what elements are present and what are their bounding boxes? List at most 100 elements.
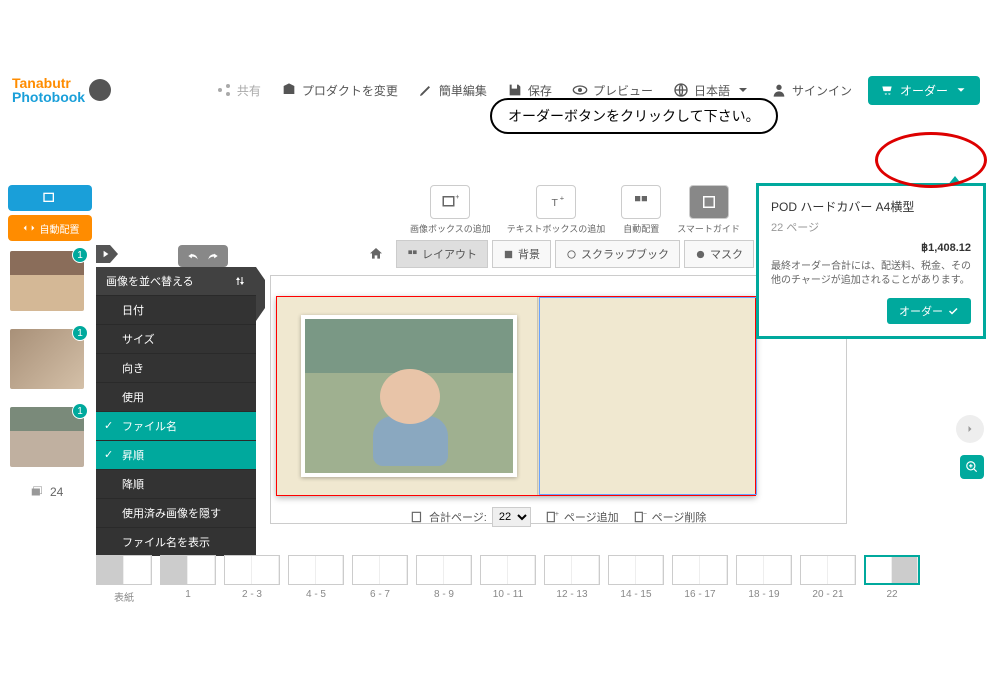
- sort-header[interactable]: 画像を並べ替える: [96, 267, 256, 295]
- easy-edit-button[interactable]: 簡単編集: [408, 82, 497, 99]
- eye-icon: [572, 82, 588, 98]
- grid-icon: [407, 249, 418, 260]
- page-delete-icon: −: [633, 510, 647, 524]
- tab-layout[interactable]: レイアウト: [396, 240, 488, 268]
- filmstrip-item[interactable]: 6 - 7: [352, 555, 408, 600]
- filmstrip-item[interactable]: 8 - 9: [416, 555, 472, 600]
- sort-descending[interactable]: 降順: [96, 469, 256, 498]
- order-pages: 22 ページ: [771, 219, 971, 235]
- filmstrip-item[interactable]: 10 - 11: [480, 555, 536, 600]
- order-price: ฿1,408.12: [771, 241, 971, 254]
- next-page-button[interactable]: [956, 415, 984, 443]
- filmstrip-item[interactable]: 2 - 3: [224, 555, 280, 600]
- total-label: 合計ページ:: [429, 509, 487, 525]
- tab-scrapbook[interactable]: スクラップブック: [555, 240, 680, 268]
- mask-icon: [695, 249, 706, 260]
- sort-usage[interactable]: 使用: [96, 382, 256, 411]
- add-page-button[interactable]: + ページ追加: [545, 509, 619, 525]
- thumbnail[interactable]: 1: [10, 407, 84, 467]
- tab-background[interactable]: 背景: [492, 240, 551, 268]
- home-icon[interactable]: [368, 246, 384, 262]
- add-image-box-button[interactable]: + 画像ボックスの追加: [410, 185, 491, 235]
- image-count: 24: [30, 485, 94, 499]
- svg-text:T: T: [551, 197, 558, 209]
- sort-panel: 画像を並べ替える 日付 サイズ 向き 使用 ✓ファイル名 ✓昇順 降順 使用済み…: [96, 267, 256, 556]
- product-icon: [281, 82, 297, 98]
- filmstrip-item[interactable]: 表紙: [96, 555, 152, 604]
- show-filename[interactable]: ファイル名を表示: [96, 527, 256, 556]
- zoom-button[interactable]: [960, 455, 984, 479]
- easy-edit-label: 簡単編集: [439, 82, 487, 99]
- chevron-right-icon: [964, 423, 976, 435]
- sort-ascending[interactable]: ✓昇順: [96, 440, 256, 469]
- pages-icon: [410, 510, 424, 524]
- undo-redo-group: [178, 245, 228, 267]
- page-count-select[interactable]: 22: [492, 507, 531, 527]
- toolbar-label: テキストボックスの追加: [507, 224, 605, 234]
- scrap-icon: [566, 249, 577, 260]
- order-product-title: POD ハードカバー A4横型: [771, 198, 971, 215]
- chevron-down-icon: [954, 83, 968, 97]
- change-product-button[interactable]: プロダクトを変更: [271, 82, 408, 99]
- hide-used[interactable]: 使用済み画像を隠す: [96, 498, 256, 527]
- redo-icon[interactable]: [206, 249, 220, 263]
- filmstrip-item[interactable]: 22: [864, 555, 920, 600]
- sort-orientation[interactable]: 向き: [96, 353, 256, 382]
- play-icon: [102, 250, 110, 258]
- signin-button[interactable]: サインイン: [761, 82, 862, 99]
- edit-icon: [418, 82, 434, 98]
- panel-tabs: レイアウト 背景 スクラップブック マスク: [368, 240, 754, 268]
- undo-icon[interactable]: [186, 249, 200, 263]
- panel-toggle[interactable]: [96, 245, 110, 263]
- filmstrip-item[interactable]: 14 - 15: [608, 555, 664, 600]
- delete-page-button[interactable]: − ページ削除: [633, 509, 707, 525]
- save-icon: [507, 82, 523, 98]
- order-confirm-label: オーダー: [899, 303, 943, 319]
- filmstrip-item[interactable]: 16 - 17: [672, 555, 728, 600]
- photo-box[interactable]: [301, 315, 517, 477]
- images-icon: [30, 485, 44, 499]
- order-popup: POD ハードカバー A4横型 22 ページ ฿1,408.12 最終オーダー合…: [756, 183, 986, 339]
- text-box-icon: T+: [547, 193, 565, 211]
- share-button[interactable]: 共有: [206, 82, 271, 99]
- photo-placeholder: [360, 369, 460, 469]
- logo-text-1: Tanabutr: [12, 76, 85, 90]
- change-product-label: プロダクトを変更: [302, 82, 398, 99]
- language-label: 日本語: [694, 82, 730, 99]
- smart-guide-button[interactable]: スマートガイド: [677, 185, 740, 235]
- delete-page-label: ページ削除: [652, 509, 707, 525]
- canvas-toolbar: + 画像ボックスの追加 T+ テキストボックスの追加 自動配置 スマートガイド: [410, 185, 740, 235]
- filmstrip-item[interactable]: 20 - 21: [800, 555, 856, 600]
- preview-button[interactable]: プレビュー: [562, 82, 663, 99]
- bg-icon: [503, 249, 514, 260]
- svg-text:+: +: [555, 511, 559, 518]
- thumbnail[interactable]: 1: [10, 251, 84, 311]
- thumbnail[interactable]: 1: [10, 329, 84, 389]
- check-icon: ✓: [104, 419, 113, 432]
- sort-date[interactable]: 日付: [96, 295, 256, 324]
- right-page[interactable]: [539, 297, 757, 495]
- filmstrip-item[interactable]: 18 - 19: [736, 555, 792, 600]
- tab-mask[interactable]: マスク: [684, 240, 754, 268]
- auto-layout-tool-button[interactable]: 自動配置: [621, 185, 661, 235]
- add-page-label: ページ追加: [564, 509, 619, 525]
- preview-label: プレビュー: [593, 82, 653, 99]
- order-confirm-button[interactable]: オーダー: [887, 298, 971, 324]
- filmstrip-item[interactable]: 4 - 5: [288, 555, 344, 600]
- image-box-icon: +: [441, 193, 459, 211]
- add-text-box-button[interactable]: T+ テキストボックスの追加: [507, 185, 605, 235]
- logo: Tanabutr Photobook: [12, 76, 111, 104]
- sort-filename[interactable]: ✓ファイル名: [96, 411, 256, 440]
- order-note: 最終オーダー合計には、配送料、税金、その他のチャージが追加されることがあります。: [771, 260, 971, 288]
- filmstrip-item[interactable]: 12 - 13: [544, 555, 600, 600]
- sort-size[interactable]: サイズ: [96, 324, 256, 353]
- order-button[interactable]: オーダー: [868, 76, 980, 105]
- logo-icon: [89, 79, 111, 101]
- save-button[interactable]: 保存: [497, 82, 562, 99]
- sort-header-label: 画像を並べ替える: [106, 273, 194, 289]
- page-spread[interactable]: [276, 296, 756, 496]
- filmstrip-item[interactable]: 1: [160, 555, 216, 600]
- cart-icon: [880, 83, 894, 97]
- usage-badge: 1: [72, 247, 88, 263]
- language-button[interactable]: 日本語: [663, 82, 761, 99]
